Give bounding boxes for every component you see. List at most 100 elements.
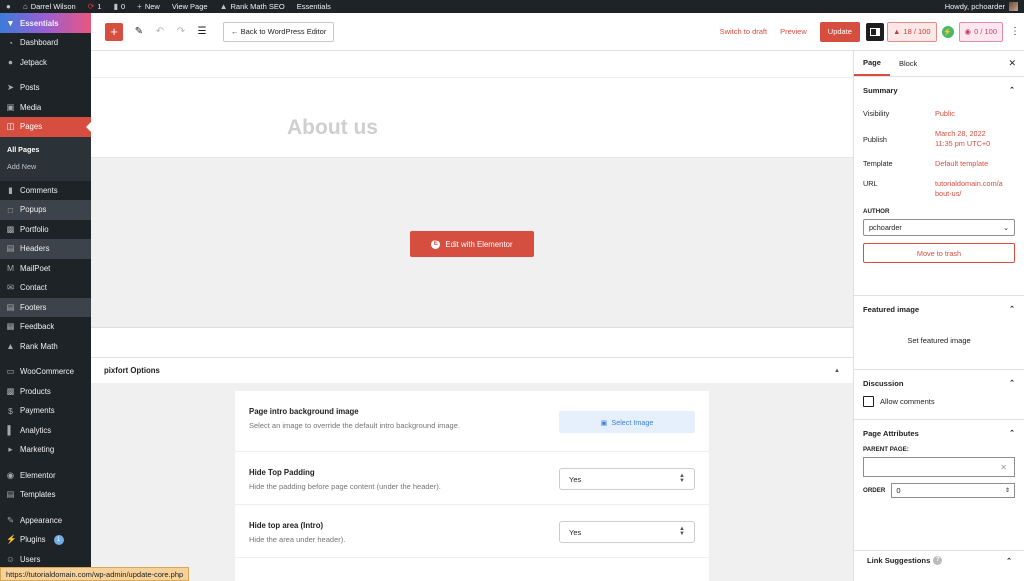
parent-page-input[interactable]: ✕ — [863, 457, 1015, 477]
author-select[interactable]: pchoarder ⌄ — [863, 219, 1015, 236]
portfolio-icon: ▩ — [6, 223, 15, 234]
move-to-trash-button[interactable]: Move to trash — [863, 243, 1015, 263]
users-icon: ☺ — [6, 554, 15, 565]
sidebar-item-portfolio[interactable]: ▩ Portfolio — [0, 220, 91, 240]
sidebar-item-comments[interactable]: ▮ Comments — [0, 181, 91, 201]
sidebar-item-analytics[interactable]: ▌ Analytics — [0, 421, 91, 441]
visibility-row: Visibility Public — [863, 109, 955, 119]
sidebar-item-contact[interactable]: ✉ Contact — [0, 278, 91, 298]
sidebar-item-rank-math[interactable]: ▲ Rank Math — [0, 337, 91, 357]
sidebar-item-feedback[interactable]: ▦ Feedback — [0, 317, 91, 337]
sidebar-item-plugins[interactable]: ⚡ Plugins 1 — [0, 530, 91, 550]
tab-page[interactable]: Page — [854, 51, 890, 76]
rank-math-icon: ▲ — [219, 2, 228, 11]
url-value[interactable]: tutorialdomain.com/a bout-us/ — [935, 179, 1003, 199]
sidebar-item-jetpack[interactable]: ● Jetpack — [0, 53, 91, 73]
switch-to-draft-button[interactable]: Switch to draft — [720, 27, 768, 36]
sidebar-item-pages[interactable]: ◫ Pages — [0, 117, 91, 137]
settings-toggle-button[interactable] — [865, 22, 884, 41]
collapse-icon: ▲ — [834, 367, 840, 374]
featured-image-section: Featured image ⌃ Set featured image — [854, 296, 1024, 370]
headers-icon: ▤ — [6, 243, 15, 254]
featured-image-header[interactable]: Featured image ⌃ — [854, 296, 1024, 322]
allow-comments-checkbox[interactable] — [863, 396, 874, 407]
essentials-link[interactable]: Essentials — [291, 0, 337, 13]
url-row: URL tutorialdomain.com/a bout-us/ — [863, 179, 1003, 199]
wordpress-logo-icon[interactable]: ● — [0, 0, 17, 13]
visibility-value[interactable]: Public — [935, 109, 955, 119]
pin-icon: ➤ — [6, 82, 15, 93]
pixfort-options-header[interactable]: pixfort Options ▲ — [91, 357, 853, 383]
hide-top-area-select[interactable]: Yes ▲ ▼ — [559, 521, 695, 543]
discussion-section: Discussion ⌃ Allow comments — [854, 370, 1024, 420]
feedback-icon: ▦ — [6, 321, 15, 332]
discussion-header[interactable]: Discussion ⌃ — [854, 370, 1024, 396]
template-value[interactable]: Default template — [935, 159, 988, 169]
sidebar-item-elementor[interactable]: ◉ Elementor — [0, 466, 91, 486]
sidebar-item-payments[interactable]: $ Payments — [0, 401, 91, 421]
updates-link[interactable]: ⟳ 1 — [82, 0, 108, 13]
account-menu[interactable]: Howdy, pchoarder — [945, 2, 1024, 11]
plugins-icon: ⚡ — [6, 534, 17, 545]
sidebar-item-appearance[interactable]: ✎ Appearance — [0, 511, 91, 531]
site-name-link[interactable]: ⌂ Darrel Wilson — [17, 0, 82, 13]
rank-math-link[interactable]: ▲ Rank Math SEO — [214, 0, 291, 13]
woocommerce-icon: ▭ — [6, 366, 15, 377]
sidebar-item-woocommerce[interactable]: ▭ WooCommerce — [0, 362, 91, 382]
page-title[interactable]: About us — [287, 116, 378, 140]
redo-icon[interactable]: ↷ — [176, 26, 186, 37]
comments-icon: ▮ — [8, 184, 13, 195]
new-content-link[interactable]: + New — [131, 0, 166, 13]
update-button[interactable]: Update — [819, 21, 860, 42]
close-icon[interactable]: ✕ — [1008, 51, 1024, 76]
sidebar-item-footers[interactable]: ▤ Footers — [0, 297, 91, 317]
settings-panel: Page Block ✕ Summary ⌃ Visibility Public… — [853, 51, 1024, 581]
submenu-all-pages[interactable]: All Pages — [0, 141, 91, 158]
order-input[interactable]: 0 ⇕ — [891, 483, 1015, 498]
sidebar-item-dashboard[interactable]: ◔ Dashboard — [0, 33, 91, 53]
back-to-wordpress-editor-button[interactable]: ← Back to WordPress Editor — [223, 21, 335, 42]
elementor-icon: ◉ — [6, 469, 15, 480]
editor-toolbar: + ✎ ↶ ↷ ☰ ← Back to WordPress Editor Swi… — [91, 13, 1024, 51]
spinner-icon[interactable]: ⇕ — [1005, 487, 1010, 494]
help-icon[interactable]: ? — [933, 556, 943, 565]
add-block-button[interactable]: + — [105, 22, 123, 41]
page-attributes-header[interactable]: Page Attributes ⌃ — [854, 420, 1024, 446]
submenu-add-new[interactable]: Add New — [0, 158, 91, 175]
jetpack-icon[interactable]: ⚡ — [941, 25, 954, 38]
comments-link[interactable]: ▮ 0 — [108, 0, 132, 13]
sidebar-item-media[interactable]: ▣ Media — [0, 98, 91, 118]
sidebar-item-templates[interactable]: ▤ Templates — [0, 485, 91, 505]
marketing-icon: ▸ — [8, 444, 13, 455]
up-down-icon: ▲ ▼ — [679, 473, 685, 484]
admin-sidebar: ▼ Essentials ◔ Dashboard ● Jetpack ➤ Posts ▣… — [0, 13, 91, 581]
popups-icon: □ — [7, 204, 14, 215]
tab-block[interactable]: Block — [890, 51, 926, 76]
sidebar-item-products[interactable]: ▩ Products — [0, 382, 91, 402]
set-featured-image-button[interactable]: Set featured image — [854, 322, 1024, 369]
view-page-link[interactable]: View Page — [166, 0, 214, 13]
list-view-icon[interactable]: ☰ — [197, 26, 207, 37]
edit-tool-icon[interactable]: ✎ — [134, 26, 144, 37]
sidebar-item-popups[interactable]: □ Popups — [0, 200, 91, 220]
hide-top-padding-select[interactable]: Yes ▲ ▼ — [559, 468, 695, 490]
select-image-button[interactable]: ▣ Select Image — [559, 411, 695, 433]
sidebar-item-essentials[interactable]: ▼ Essentials — [0, 13, 91, 33]
admin-bar: ● ⌂ Darrel Wilson ⟳ 1 ▮ 0 + New View Page ▲ R… — [0, 0, 1024, 13]
sidebar-item-marketing[interactable]: ▸ Marketing — [0, 440, 91, 460]
more-options-icon[interactable]: ⋮ — [1009, 26, 1021, 37]
mailpoet-icon: M — [6, 263, 15, 274]
clear-icon[interactable]: ✕ — [1000, 463, 1007, 472]
sidebar-item-mailpoet[interactable]: M MailPoet — [0, 259, 91, 279]
link-suggestions-header[interactable]: Link Suggestions ? ⌃ — [854, 550, 1024, 570]
seo-score-button[interactable]: ▲ 18 / 100 — [886, 21, 937, 42]
sidebar-item-posts[interactable]: ➤ Posts — [0, 78, 91, 98]
edit-with-elementor-button[interactable]: E Edit with Elementor — [410, 231, 534, 257]
undo-icon[interactable]: ↶ — [155, 26, 165, 37]
preview-button[interactable]: Preview — [780, 27, 807, 36]
summary-header[interactable]: Summary ⌃ — [854, 77, 1024, 103]
sidebar-item-headers[interactable]: ▤ Headers — [0, 239, 91, 259]
readability-score-button[interactable]: ◉ 0 / 100 — [958, 21, 1003, 42]
publish-value[interactable]: March 28, 2022 11:35 pm UTC+0 — [935, 129, 990, 149]
panel-tabs: Page Block ✕ — [854, 51, 1024, 77]
